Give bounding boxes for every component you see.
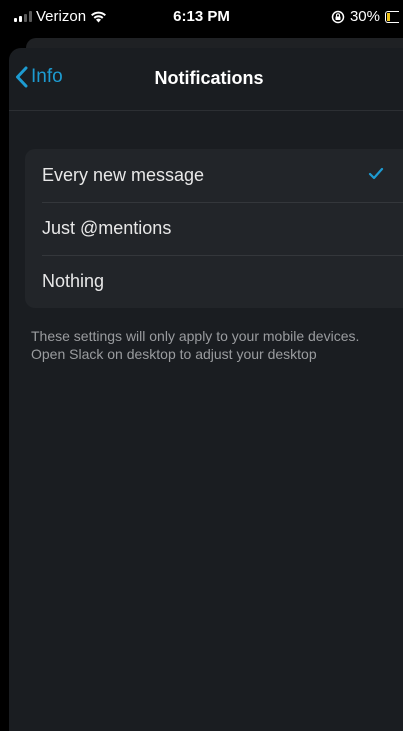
page-title: Notifications	[154, 68, 264, 88]
navigation-bar: Info Notifications	[9, 48, 403, 111]
checkmark-icon	[368, 167, 384, 180]
option-just-mentions[interactable]: Just @mentions	[25, 202, 403, 255]
settings-footnote: These settings will only apply to your m…	[31, 328, 360, 362]
status-right: 30%	[331, 8, 399, 25]
battery-percent: 30%	[349, 8, 380, 25]
battery-icon	[385, 10, 399, 23]
option-label: Nothing	[42, 271, 105, 291]
option-every-new-message[interactable]: Every new message	[25, 149, 403, 202]
option-label: Just @mentions	[42, 218, 172, 238]
option-label: Every new message	[42, 165, 205, 185]
option-nothing[interactable]: Nothing	[25, 255, 403, 308]
orientation-lock-icon	[331, 10, 345, 23]
status-bar: Verizon 6:13 PM 30%	[0, 0, 403, 34]
notifications-sheet: Info Notifications Every new message Jus…	[9, 48, 403, 731]
battery-level	[387, 12, 390, 21]
screen: Verizon 6:13 PM 30% Info Notifications E…	[0, 0, 403, 731]
notification-options: Every new message Just @mentions Nothing	[25, 149, 403, 308]
